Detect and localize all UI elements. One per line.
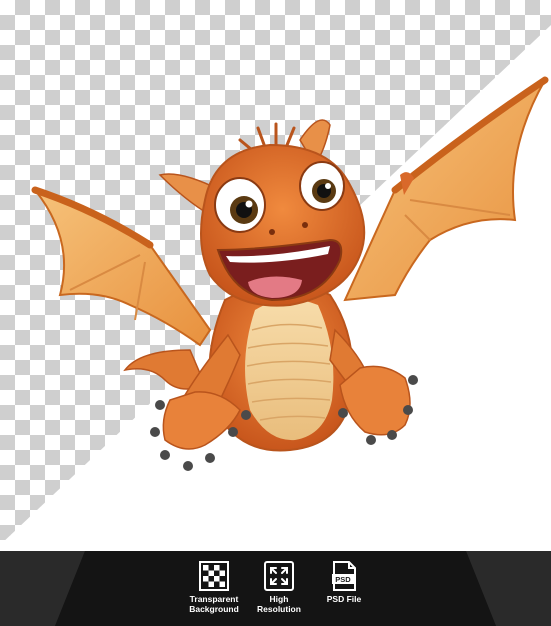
psd-tag: PSD <box>335 575 351 584</box>
right-wing <box>343 76 549 302</box>
expand-arrows-icon <box>264 561 294 591</box>
dragon-head <box>158 119 366 307</box>
badge-label: Transparent Background <box>189 594 239 614</box>
feature-badges: Transparent Background High Resolution P… <box>0 551 551 626</box>
psd-file-icon: PSD <box>332 561 356 591</box>
dragon-illustration <box>31 76 549 471</box>
badge-transparent-background: Transparent Background <box>178 561 250 614</box>
checkerboard-icon <box>199 561 229 591</box>
feature-footer: Transparent Background High Resolution P… <box>0 551 551 626</box>
left-wing <box>31 186 212 347</box>
badge-psd-file: PSD PSD File <box>308 561 380 604</box>
badge-label: PSD File <box>326 594 362 604</box>
image-canvas <box>0 0 551 551</box>
right-arm <box>329 328 418 445</box>
badge-high-resolution: High Resolution <box>243 561 315 614</box>
badge-label: High Resolution <box>257 594 301 614</box>
